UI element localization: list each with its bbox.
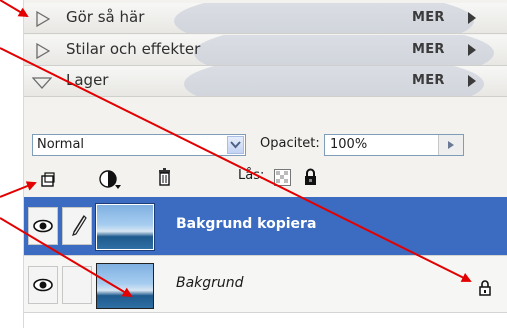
layer-row[interactable]: Bakgrund kopiera	[24, 197, 507, 255]
panel-header-gor-sa-har[interactable]: Gör så här MER	[24, 3, 507, 34]
visibility-toggle[interactable]	[28, 207, 58, 245]
lock-icon	[478, 279, 492, 296]
more-arrow-icon[interactable]	[468, 44, 476, 56]
lock-all-icon[interactable]	[303, 168, 318, 186]
opacity-label: Opacitet:	[260, 136, 320, 151]
panel-title: Stilar och effekter	[66, 40, 201, 58]
header-decoration	[194, 35, 494, 65]
blend-mode-select[interactable]: Normal	[32, 134, 246, 156]
more-button[interactable]: MER	[412, 73, 445, 88]
layer-row[interactable]: Bakgrund	[24, 255, 507, 313]
collapse-triangle-icon[interactable]	[32, 77, 52, 89]
layer-name[interactable]: Bakgrund	[176, 275, 244, 291]
layer-thumbnail	[95, 203, 155, 251]
opacity-field[interactable]: 100%	[324, 134, 464, 156]
panel-header-stilar-och-effekter[interactable]: Stilar och effekter MER	[24, 35, 507, 66]
opacity-value: 100%	[330, 137, 368, 152]
panel-title: Lager	[66, 71, 109, 89]
more-arrow-icon[interactable]	[468, 12, 476, 24]
more-arrow-icon[interactable]	[468, 75, 476, 87]
palette-bin: Gör så här MER Stilar och effekter MER L…	[24, 0, 507, 328]
layers-list: Bakgrund kopiera Bakgrund	[24, 197, 507, 328]
expand-triangle-icon[interactable]	[36, 43, 50, 59]
expand-triangle-icon[interactable]	[36, 11, 50, 27]
lock-transparency-icon[interactable]	[274, 169, 291, 186]
panel-title: Gör så här	[66, 8, 145, 26]
brush-edit-icon[interactable]	[62, 207, 92, 245]
trash-icon[interactable]	[157, 167, 173, 187]
opacity-slider-button[interactable]	[438, 135, 463, 155]
more-button[interactable]: MER	[412, 10, 445, 25]
adjustment-layer-icon[interactable]	[98, 168, 122, 190]
blend-mode-value: Normal	[37, 137, 85, 152]
new-layer-icon[interactable]	[40, 171, 56, 187]
left-margin	[0, 0, 24, 328]
link-cell[interactable]	[62, 266, 92, 304]
panel-header-lager[interactable]: Lager MER	[24, 66, 507, 97]
lock-label: Lås:	[238, 168, 265, 183]
layer-name[interactable]: Bakgrund kopiera	[176, 216, 316, 232]
layer-thumbnail	[96, 263, 154, 309]
visibility-toggle[interactable]	[28, 266, 58, 304]
more-button[interactable]: MER	[412, 42, 445, 57]
chevron-down-icon[interactable]	[227, 136, 244, 154]
